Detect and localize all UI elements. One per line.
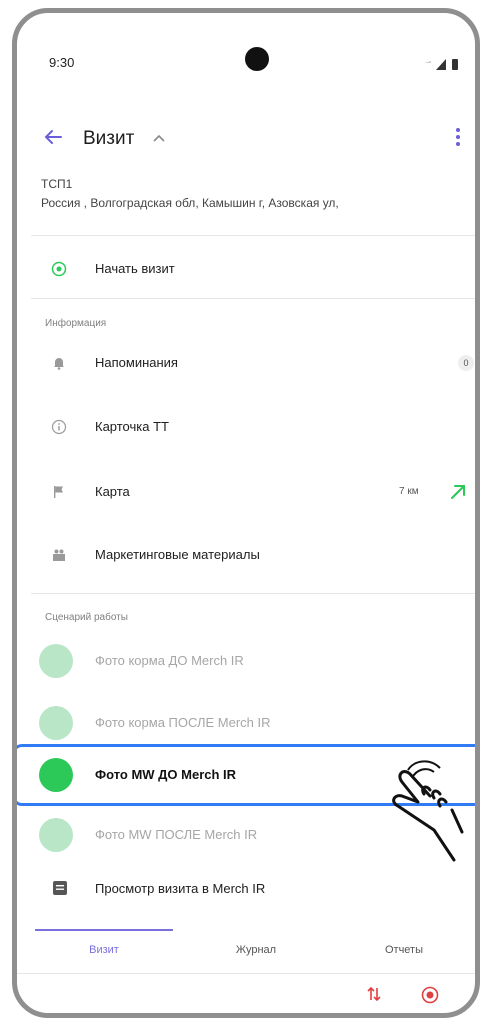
pointer-hand-icon [392, 760, 464, 862]
step-label: Фото корма ПОСЛЕ Merch IR [95, 715, 271, 730]
info-item-reminders[interactable]: Напоминания 0 [17, 339, 475, 387]
info-item-label: Карта [95, 484, 130, 499]
info-icon [51, 419, 67, 435]
nav-hint [367, 1013, 391, 1015]
start-visit-button[interactable]: Начать визит [17, 245, 475, 293]
status-time: 9:30 [49, 55, 75, 70]
info-item-label: Маркетинговые материалы [95, 547, 260, 562]
info-item-label: Напоминания [95, 355, 178, 370]
step-status-indicator [39, 706, 73, 740]
status-bar: 9:30 [17, 13, 475, 95]
tab-bar: Визит Журнал Отчеты [17, 929, 475, 973]
chevron-up-icon[interactable] [151, 130, 167, 146]
info-item-label: Карточка ТТ [95, 419, 169, 434]
tab-journal[interactable]: Журнал [187, 929, 325, 973]
start-icon [51, 261, 67, 277]
divider [31, 235, 475, 236]
view-visit-merch-ir[interactable]: Просмотр визита в Merch IR [17, 865, 475, 913]
sort-arrows-icon[interactable] [365, 985, 383, 1003]
tab-visit[interactable]: Визит [35, 929, 173, 973]
scenario-step[interactable]: Фото корма ДО Merch IR [17, 635, 475, 687]
target-icon[interactable] [420, 985, 440, 1005]
map-distance: 7 км [399, 486, 419, 497]
camera-cutout [245, 47, 269, 71]
info-item-map[interactable]: Карта 7 км [17, 468, 475, 516]
report-icon [53, 881, 67, 895]
info-item-outlet-card[interactable]: Карточка ТТ [17, 403, 475, 451]
alert-mark: ! [475, 759, 480, 774]
more-vertical-icon[interactable] [453, 125, 463, 149]
arrow-up-right-icon[interactable] [448, 482, 468, 502]
info-item-marketing[interactable]: Маркетинговые материалы [17, 531, 475, 579]
step-status-indicator [39, 818, 73, 852]
app-bar: Визит [17, 113, 475, 161]
scenario-step[interactable]: Фото корма ПОСЛЕ Merch IR [17, 697, 475, 749]
reminders-count-badge: 0 [458, 355, 474, 371]
divider [31, 593, 475, 594]
view-visit-label: Просмотр визита в Merch IR [95, 881, 266, 896]
outlet-name: ТСП1 [41, 177, 73, 191]
nav-hint [253, 1013, 277, 1015]
step-label: Фото корма ДО Merch IR [95, 653, 244, 668]
section-title-info: Информация [45, 318, 107, 329]
bottom-actions [17, 973, 475, 1013]
back-arrow-icon[interactable] [41, 125, 65, 149]
start-visit-label: Начать визит [95, 261, 175, 276]
flag-icon [54, 486, 63, 498]
section-title-scenario: Сценарий работы [45, 612, 128, 623]
signal-battery-icon [424, 59, 458, 70]
tab-reports[interactable]: Отчеты [335, 929, 473, 973]
materials-icon [53, 549, 65, 561]
outlet-address: Россия , Волгоградская обл, Камышин г, А… [41, 196, 339, 210]
divider [31, 298, 475, 299]
step-status-indicator [39, 644, 73, 678]
nav-hint [145, 1013, 169, 1015]
bell-icon [54, 358, 64, 370]
page-title: Визит [83, 128, 135, 149]
step-label: Фото MW ПОСЛЕ Merch IR [95, 827, 258, 842]
